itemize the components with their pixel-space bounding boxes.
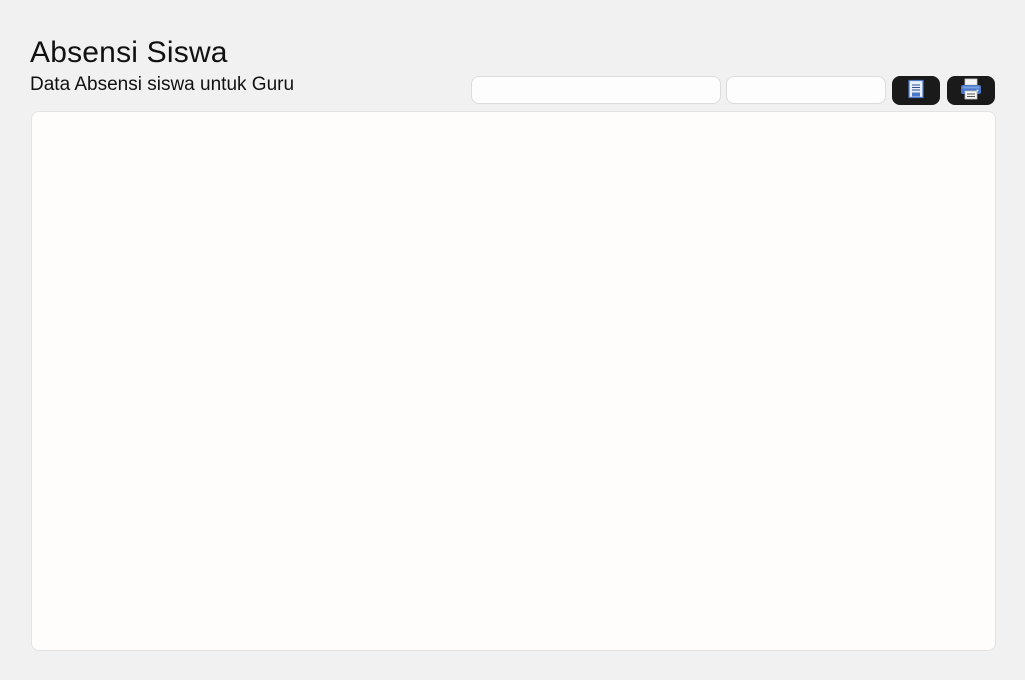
filter-input-primary[interactable] xyxy=(471,76,721,104)
filter-input-secondary[interactable] xyxy=(726,76,886,104)
toolbar xyxy=(471,76,995,106)
page-subtitle: Data Absensi siswa untuk Guru xyxy=(30,74,295,95)
page-title: Absensi Siswa xyxy=(30,36,228,69)
save-button[interactable] xyxy=(892,76,940,105)
printer-icon xyxy=(959,78,983,103)
attendance-page: Absensi Siswa Data Absensi siswa untuk G… xyxy=(0,0,1025,680)
save-document-icon xyxy=(906,79,926,102)
print-button[interactable] xyxy=(947,76,995,105)
attendance-data-panel xyxy=(31,111,996,651)
